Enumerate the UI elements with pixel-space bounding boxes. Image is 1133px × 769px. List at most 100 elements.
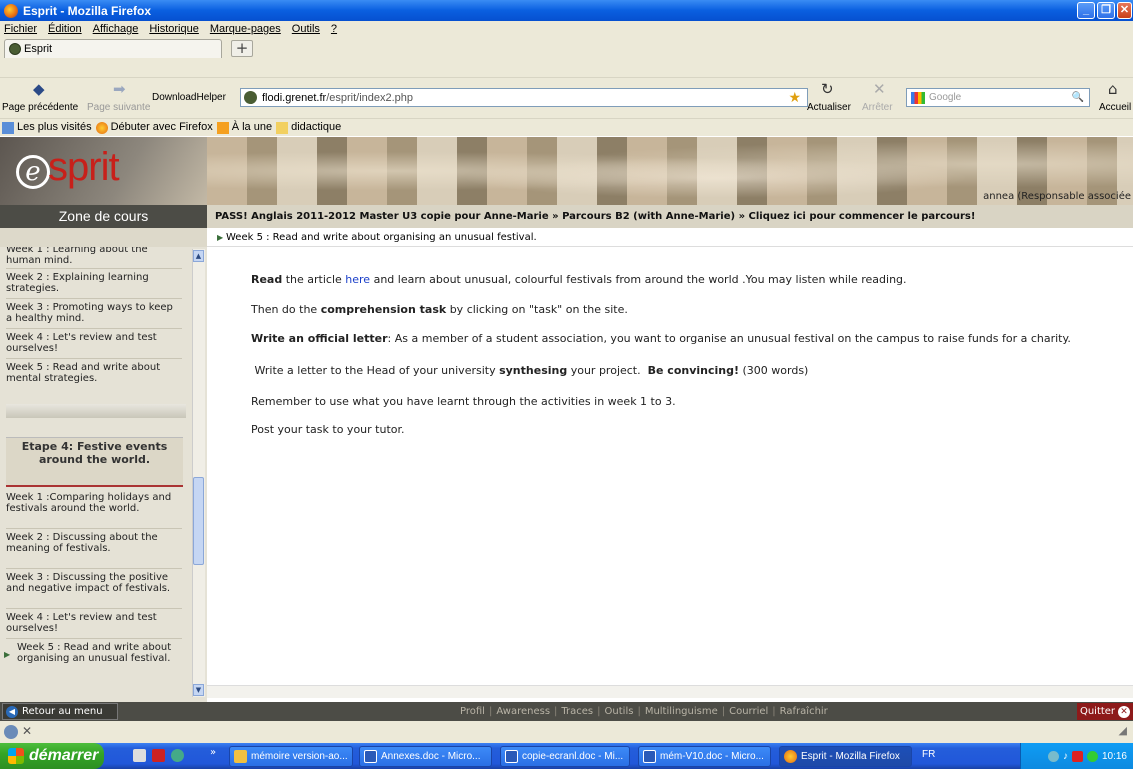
tab-bar: Esprit + xyxy=(0,37,1133,77)
reload-button[interactable]: Actualiser xyxy=(807,102,851,113)
tray-antivirus-icon[interactable] xyxy=(1071,750,1083,762)
stop-button[interactable]: Arrêter xyxy=(862,102,893,113)
acrobat-icon[interactable] xyxy=(152,749,165,762)
main-content: Read the article here and learn about un… xyxy=(207,247,1133,702)
task-mem-v10[interactable]: mém-V10.doc - Micro... xyxy=(638,746,771,767)
sidebar-item-week4-stage3[interactable]: Week 4 : Let's review and test ourselves… xyxy=(6,332,181,354)
footer-link-courriel[interactable]: Courriel xyxy=(729,706,768,717)
sidebar-item-week1-stage4[interactable]: Week 1 :Comparing holidays and festivals… xyxy=(6,492,181,514)
footer-links: Profil | Awareness | Traces | Outils | Multiling… xyxy=(460,702,828,721)
article-link[interactable]: here xyxy=(345,273,370,286)
back-to-menu-label: Retour au menu xyxy=(22,706,103,717)
bookmark-didactique[interactable]: didactique xyxy=(276,121,341,134)
sidebar-item-week3-stage3[interactable]: Week 3 : Promoting ways to keep a health… xyxy=(6,302,181,324)
url-bar[interactable]: flodi.grenet.fr/esprit/index2.php ★ xyxy=(240,88,808,107)
task-label: Annexes.doc - Micro... xyxy=(381,751,481,762)
menu-fichier[interactable]: Fichier xyxy=(4,23,37,35)
sidebar-item-week2-stage3[interactable]: Week 2 : Explaining learning strategies. xyxy=(6,272,181,294)
back-button[interactable]: Page précédente xyxy=(2,102,78,113)
search-input[interactable]: Google 🔍 xyxy=(906,88,1090,107)
tray-network-icon[interactable] xyxy=(1047,750,1059,762)
text: by clicking on "task" on the site. xyxy=(446,303,628,316)
menu-bar: Fichier Édition Affichage Historique Mar… xyxy=(0,21,1133,37)
separator: | xyxy=(488,706,493,717)
sidebar-item-week2-stage4[interactable]: Week 2 : Discussing about the meaning of… xyxy=(6,532,181,554)
stage-title-underline xyxy=(6,485,183,487)
start-button[interactable]: démarrer xyxy=(0,743,104,769)
window-title: Esprit - Mozilla Firefox xyxy=(23,3,152,18)
divider xyxy=(6,268,182,269)
menu-marque-pages[interactable]: Marque-pages xyxy=(210,23,281,35)
forward-button[interactable]: Page suivante xyxy=(87,102,150,113)
back-arrow-icon[interactable]: ◆ xyxy=(33,80,45,98)
bookmark-star-icon[interactable]: ★ xyxy=(788,89,801,106)
footer-link-profil[interactable]: Profil xyxy=(460,706,485,717)
sidebar-item-week4-stage4[interactable]: Week 4 : Let's review and test ourselves… xyxy=(6,612,181,634)
content-horizontal-scrollbar[interactable] xyxy=(207,685,1133,698)
stop-icon[interactable]: ✕ xyxy=(873,80,886,98)
new-tab-button[interactable]: + xyxy=(231,40,253,57)
bookmark-getting-started[interactable]: Débuter avec Firefox xyxy=(95,121,213,134)
task-label: Esprit - Mozilla Firefox xyxy=(801,751,900,762)
letter-bold: Write an official letter xyxy=(251,332,388,345)
bookmark-most-visited[interactable]: Les plus visités xyxy=(2,121,92,134)
word-icon xyxy=(364,750,377,763)
menu-affichage[interactable]: Affichage xyxy=(93,23,139,35)
text: (300 words) xyxy=(739,364,809,377)
esprit-logo[interactable]: e sprit xyxy=(0,137,207,205)
addon-icon[interactable] xyxy=(4,725,18,739)
forward-arrow-icon[interactable]: ➡ xyxy=(113,80,126,98)
window-titlebar: Esprit - Mozilla Firefox _ ❐ ✕ xyxy=(0,0,1133,21)
more-icon[interactable]: » xyxy=(210,747,216,758)
clock[interactable]: 10:16 xyxy=(1102,751,1127,762)
tray-speaker-icon[interactable]: ♪ xyxy=(1063,751,1068,762)
divider xyxy=(6,638,182,639)
scroll-up-icon[interactable]: ▲ xyxy=(193,250,204,262)
maximize-button[interactable]: ❐ xyxy=(1097,2,1115,19)
sidebar-item-week5-stage4[interactable]: Week 5 : Read and write about organising… xyxy=(17,642,177,664)
home-icon[interactable]: ⌂ xyxy=(1108,80,1118,98)
footer-link-traces[interactable]: Traces xyxy=(561,706,593,717)
browser-icon[interactable] xyxy=(171,749,184,762)
downloadhelper-button[interactable]: DownloadHelper xyxy=(152,92,226,103)
scroll-down-icon[interactable]: ▼ xyxy=(193,684,204,696)
separator: | xyxy=(554,706,558,717)
menu-edition[interactable]: Édition xyxy=(48,23,82,35)
quicklaunch-icon[interactable] xyxy=(133,749,146,762)
footer-link-outils[interactable]: Outils xyxy=(605,706,634,717)
sidebar-item-week3-stage4[interactable]: Week 3 : Discussing the positive and neg… xyxy=(6,572,181,594)
sidebar-item-week5-stage3[interactable]: Week 5 : Read and write about mental str… xyxy=(6,362,181,384)
search-icon[interactable]: 🔍 xyxy=(1072,92,1084,103)
language-indicator[interactable]: FR xyxy=(922,749,935,760)
home-button[interactable]: Accueil xyxy=(1099,102,1131,113)
stage-title[interactable]: Etape 4: Festive events around the world… xyxy=(6,437,183,485)
close-button[interactable]: ✕ xyxy=(1117,2,1132,19)
tab-label: Esprit xyxy=(24,43,53,55)
task-memoire[interactable]: mémoire version-ao... xyxy=(229,746,353,767)
sidebar-scrollbar[interactable] xyxy=(192,249,205,697)
quit-button[interactable]: Quitter ✕ xyxy=(1077,703,1133,720)
rss-feed-icon xyxy=(216,121,229,134)
footer-link-awareness[interactable]: Awareness xyxy=(496,706,550,717)
close-addon-bar-icon[interactable]: ✕ xyxy=(22,724,32,738)
minimize-button[interactable]: _ xyxy=(1077,2,1095,19)
sidebar-scrollbar-thumb[interactable] xyxy=(193,477,204,565)
tray-status-icon[interactable] xyxy=(1086,750,1098,762)
task-annexes[interactable]: Annexes.doc - Micro... xyxy=(359,746,492,767)
back-to-menu-button[interactable]: ◀ Retour au menu xyxy=(2,703,118,720)
footer-link-rafraichir[interactable]: Rafraîchir xyxy=(780,706,828,717)
footer-link-multilinguisme[interactable]: Multilinguisme xyxy=(645,706,718,717)
reload-icon[interactable]: ↻ xyxy=(821,80,834,98)
sidebar-item-week1-stage3[interactable]: Week 1 : Learning about the human mind. xyxy=(6,247,181,266)
task-copie-ecran[interactable]: copie-ecranl.doc - Mi... xyxy=(500,746,630,767)
menu-historique[interactable]: Historique xyxy=(149,23,199,35)
menu-outils[interactable]: Outils xyxy=(292,23,320,35)
tab-esprit[interactable]: Esprit xyxy=(4,39,222,58)
task-esprit-firefox[interactable]: Esprit - Mozilla Firefox xyxy=(779,746,912,767)
instruction-read: Read the article here and learn about un… xyxy=(251,273,1111,286)
bookmark-a-la-une[interactable]: À la une xyxy=(216,121,272,134)
instruction-write: Write a letter to the Head of your unive… xyxy=(251,364,1111,377)
sidebar: Week 1 : Learning about the human mind. … xyxy=(0,247,207,702)
firefox-icon xyxy=(95,121,108,134)
menu-help[interactable]: ? xyxy=(331,23,337,35)
